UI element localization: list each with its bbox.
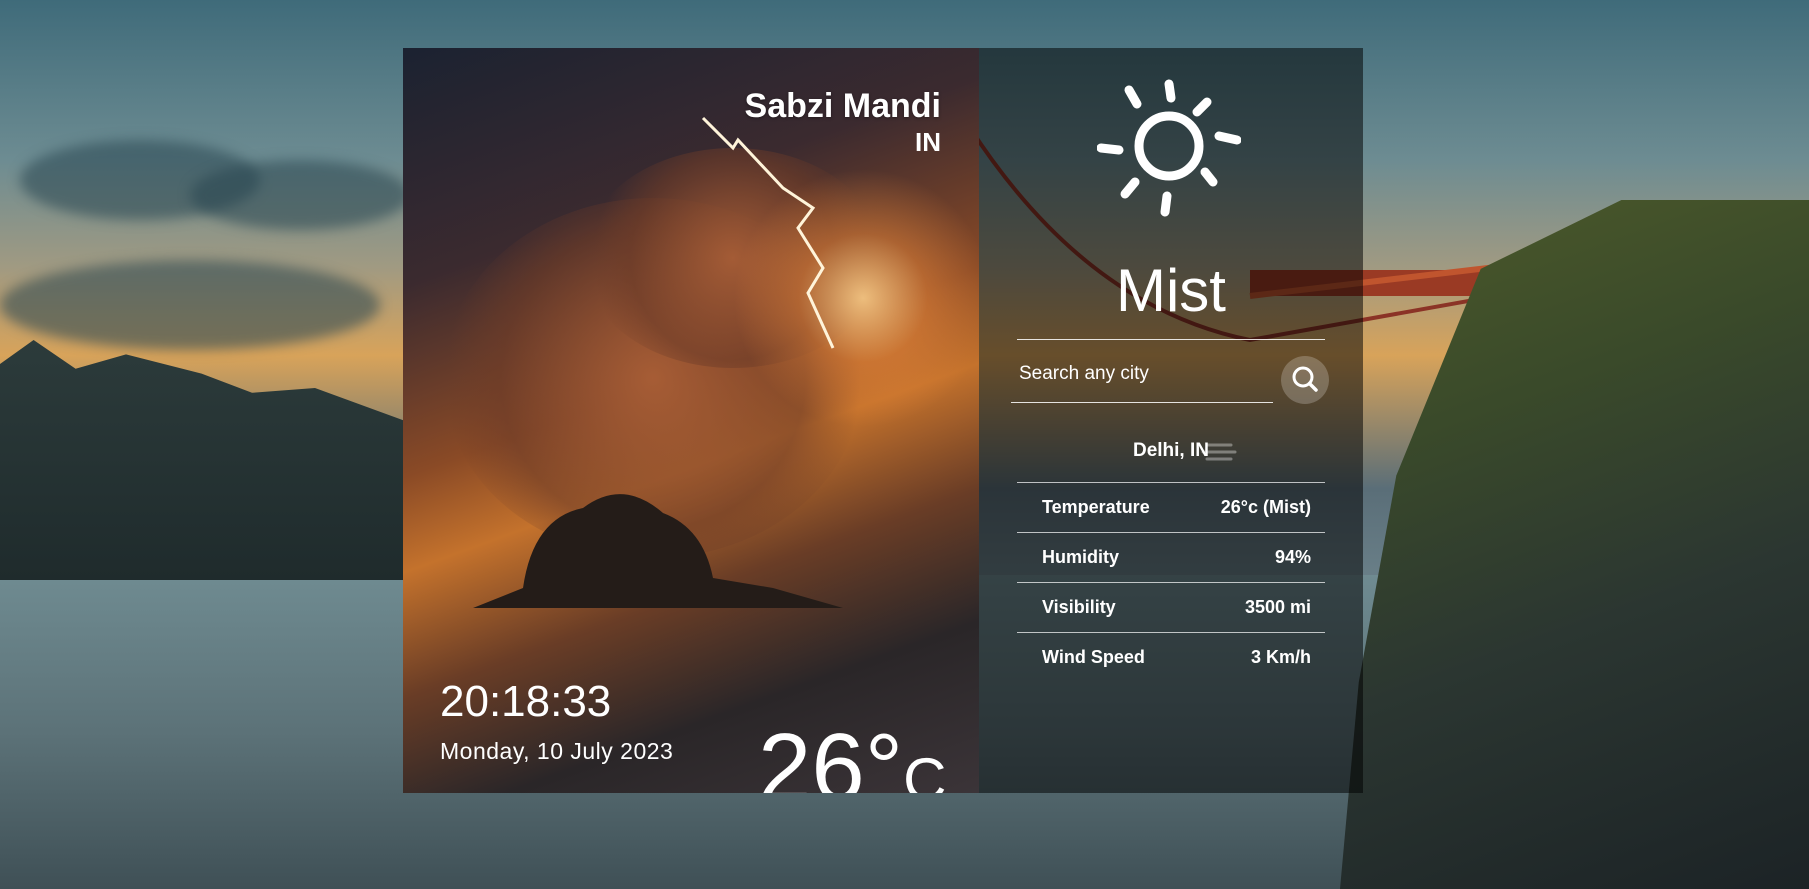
weather-condition: Mist	[1116, 257, 1226, 324]
stat-value: 3 Km/h	[1250, 647, 1311, 667]
big-temperature: 26°C	[758, 720, 947, 794]
stat-value: 94%	[1274, 547, 1311, 567]
sun-icon	[1097, 79, 1241, 217]
stat-value: 26°c (Mist)	[1220, 497, 1311, 517]
temperature-value: 26°	[758, 714, 904, 794]
location-card: Sabzi Mandi IN 20:18:33 Monday, 10 July …	[403, 48, 979, 793]
stat-visibility: Visibility 3500 mi	[1017, 583, 1325, 633]
location-name: Delhi, IN	[1132, 440, 1209, 461]
location-row: Delhi, IN	[979, 440, 1363, 462]
weather-panel: Mist Delhi, IN Temperature 26°c (Mist) H…	[979, 48, 1363, 793]
background-cloud	[190, 160, 410, 230]
city-block: Sabzi Mandi IN	[745, 86, 941, 158]
stat-label: Wind Speed	[1042, 647, 1145, 667]
mist-icon	[1201, 443, 1237, 461]
stat-temperature: Temperature 26°c (Mist)	[1017, 483, 1325, 533]
country-code: IN	[915, 126, 941, 157]
weather-stats: Temperature 26°c (Mist) Humidity 94% Vis…	[1017, 482, 1325, 682]
current-date: Monday, 10 July 2023	[440, 738, 674, 764]
stat-label: Temperature	[1042, 497, 1150, 517]
city-name: Sabzi Mandi	[744, 87, 941, 125]
background-hills	[0, 340, 420, 580]
stat-value: 3500 mi	[1244, 597, 1311, 617]
temperature-unit: C	[903, 746, 947, 794]
divider	[1017, 339, 1325, 340]
search-icon	[1292, 366, 1318, 392]
current-time: 20:18:33	[440, 677, 612, 726]
island-silhouette	[473, 494, 843, 608]
search-input[interactable]	[1011, 352, 1259, 396]
stat-wind-speed: Wind Speed 3 Km/h	[1017, 633, 1325, 682]
search-button[interactable]	[1281, 356, 1329, 404]
stat-humidity: Humidity 94%	[1017, 533, 1325, 583]
stat-label: Visibility	[1042, 597, 1116, 617]
background-cloud	[0, 260, 380, 350]
stat-label: Humidity	[1042, 547, 1120, 567]
search-bar	[1011, 352, 1273, 403]
